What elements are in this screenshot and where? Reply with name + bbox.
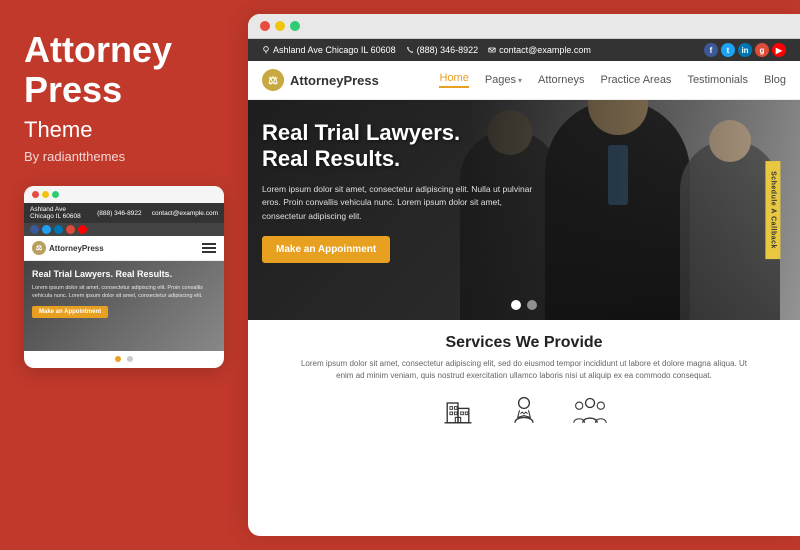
- pages-chevron-icon: ▾: [518, 76, 522, 85]
- hero-dot-1[interactable]: [511, 300, 521, 310]
- mobile-topbar: Ashland Ave Chicago IL 60608 (888) 346-8…: [24, 203, 224, 223]
- site-location: Ashland Ave Chicago IL 60608: [262, 45, 396, 55]
- site-topbar: Ashland Ave Chicago IL 60608 (888) 346-8…: [248, 39, 800, 61]
- phone-icon: [406, 46, 414, 54]
- site-phone: (888) 346-8922: [406, 45, 479, 55]
- mobile-twitter-icon: [42, 225, 51, 234]
- mobile-dot-green: [52, 191, 59, 198]
- site-hero: Real Trial Lawyers. Real Results. Lorem …: [248, 100, 800, 320]
- mobile-menu-button[interactable]: [202, 243, 216, 253]
- services-icons-row: [268, 394, 780, 430]
- email-icon: [488, 46, 496, 54]
- schedule-callback-tab[interactable]: Schedule A Callback: [766, 161, 781, 259]
- services-section: Services We Provide Lorem ipsum dolor si…: [248, 320, 800, 440]
- services-description: Lorem ipsum dolor sit amet, consectetur …: [294, 358, 754, 382]
- mobile-hero-content: Real Trial Lawyers. Real Results. Lorem …: [24, 261, 224, 326]
- services-title: Services We Provide: [268, 334, 780, 352]
- desktop-mockup: Ashland Ave Chicago IL 60608 (888) 346-8…: [248, 14, 800, 536]
- mobile-dot-yellow: [42, 191, 49, 198]
- site-logo-text: AttorneyPress: [290, 73, 379, 88]
- nav-pages[interactable]: Pages ▾: [485, 72, 522, 88]
- theme-title: Attorney Press: [24, 30, 224, 109]
- site-email: contact@example.com: [488, 45, 591, 55]
- hero-slide-dots: [511, 300, 537, 310]
- mobile-youtube-icon: [78, 225, 87, 234]
- nav-home[interactable]: Home: [439, 72, 468, 88]
- location-icon: [262, 46, 270, 54]
- mobile-email: contact@example.com: [152, 210, 218, 217]
- mobile-navbar: ⚖ AttorneyPress: [24, 236, 224, 261]
- site-navbar: ⚖ AttorneyPress Home Pages ▾ Attorneys P…: [248, 61, 800, 100]
- mobile-dot-red: [32, 191, 39, 198]
- mobile-slide-dots: [24, 351, 224, 368]
- service-item-lawyer: [506, 394, 542, 430]
- hero-title: Real Trial Lawyers. Real Results.: [262, 120, 542, 173]
- hero-content: Real Trial Lawyers. Real Results. Lorem …: [262, 120, 542, 263]
- site-social-icons: f t in g ▶: [704, 43, 786, 57]
- mobile-location: Ashland Ave Chicago IL 60608: [30, 206, 87, 220]
- mobile-browser-chrome: [24, 186, 224, 203]
- mobile-hero-text: Lorem ipsum dolor sit amet, consectetur …: [32, 285, 216, 300]
- left-panel: Attorney Press Theme By radiantthemes As…: [0, 0, 248, 550]
- hero-description: Lorem ipsum dolor sit amet, consectetur …: [262, 183, 542, 224]
- mobile-logo-icon: ⚖: [32, 241, 46, 255]
- site-twitter-icon[interactable]: t: [721, 43, 735, 57]
- mobile-facebook-icon: [30, 225, 39, 234]
- nav-blog[interactable]: Blog: [764, 72, 786, 88]
- mobile-google-icon: [66, 225, 75, 234]
- mobile-linkedin-icon: [54, 225, 63, 234]
- mobile-phone: (888) 346-8922: [91, 210, 148, 217]
- mobile-dot-2: [127, 356, 133, 362]
- nav-attorneys[interactable]: Attorneys: [538, 72, 584, 88]
- browser-dot-yellow: [275, 21, 285, 31]
- theme-author: By radiantthemes: [24, 149, 224, 164]
- site-nav: Home Pages ▾ Attorneys Practice Areas Te…: [439, 72, 786, 88]
- service-item-building: [440, 394, 476, 430]
- building-icon: [440, 394, 476, 430]
- mobile-hero-title: Real Trial Lawyers. Real Results.: [32, 269, 216, 281]
- mobile-dot-1: [115, 356, 121, 362]
- mobile-cta-button[interactable]: Make an Appointment: [32, 306, 108, 318]
- mobile-hero: Real Trial Lawyers. Real Results. Lorem …: [24, 261, 224, 351]
- group-icon: [572, 394, 608, 430]
- site-logo-icon: ⚖: [262, 69, 284, 91]
- mobile-mockup: Ashland Ave Chicago IL 60608 (888) 346-8…: [24, 186, 224, 368]
- browser-dot-red: [260, 21, 270, 31]
- hero-cta-button[interactable]: Make an Appoinment: [262, 236, 390, 263]
- theme-subtitle: Theme: [24, 117, 224, 143]
- browser-chrome: [248, 14, 800, 39]
- service-item-group: [572, 394, 608, 430]
- browser-dot-green: [290, 21, 300, 31]
- nav-practice-areas[interactable]: Practice Areas: [601, 72, 672, 88]
- site-facebook-icon[interactable]: f: [704, 43, 718, 57]
- site-youtube-icon[interactable]: ▶: [772, 43, 786, 57]
- hero-dot-2[interactable]: [527, 300, 537, 310]
- site-linkedin-icon[interactable]: in: [738, 43, 752, 57]
- site-logo: ⚖ AttorneyPress: [262, 69, 379, 91]
- mobile-logo: ⚖ AttorneyPress: [32, 241, 104, 255]
- lawyer-icon: [506, 394, 542, 430]
- nav-testimonials[interactable]: Testimonials: [687, 72, 748, 88]
- mobile-social-bar: [24, 223, 224, 236]
- site-google-icon[interactable]: g: [755, 43, 769, 57]
